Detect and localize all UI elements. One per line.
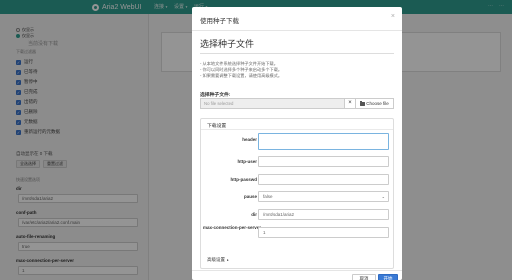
section-title: 选择种子文件 bbox=[200, 39, 255, 49]
modal-title: 使用种子下载 bbox=[200, 18, 239, 25]
file-path-field[interactable]: No file selected bbox=[200, 98, 345, 109]
caret-right-icon: ▸ bbox=[227, 258, 229, 262]
help-text: - 从本地文件系统选择种子文件开始下载。 - 你可以同时选择多个种子来启动多个下… bbox=[200, 61, 282, 79]
chevron-down-icon: ⌄ bbox=[381, 194, 385, 199]
max-connection-input[interactable]: 1 bbox=[258, 227, 389, 238]
dir-input[interactable]: /mnt/sda1/aria2 bbox=[258, 209, 389, 220]
setting-label: http-passwd bbox=[230, 177, 258, 182]
help-line: - 如果需要调整下载设置，请使用高级模式。 bbox=[200, 73, 283, 78]
torrent-download-modal: 使用种子下载 × 选择种子文件 - 从本地文件系统选择种子文件开始下载。 - 你… bbox=[192, 7, 402, 280]
clear-file-button[interactable]: × bbox=[345, 98, 356, 109]
setting-label: dir bbox=[251, 212, 257, 217]
file-label: 选择种子文件: bbox=[200, 93, 231, 98]
pause-select[interactable]: false ⌄ bbox=[258, 191, 389, 202]
modal-header: 使用种子下载 × bbox=[192, 7, 402, 31]
choose-file-button[interactable]: Choose file bbox=[356, 98, 394, 109]
http-user-input[interactable] bbox=[258, 156, 389, 167]
advanced-settings-toggle[interactable]: 高级设置 ▸ bbox=[207, 257, 229, 263]
file-picker: No file selected × Choose file bbox=[200, 98, 394, 109]
setting-label: header bbox=[242, 137, 257, 142]
header-textarea[interactable] bbox=[258, 133, 389, 150]
settings-heading: 下载设置 bbox=[201, 119, 393, 130]
modal-footer: 取消 开始 bbox=[192, 270, 402, 280]
close-icon[interactable]: × bbox=[391, 13, 395, 20]
divider bbox=[200, 53, 394, 54]
setting-label: max-connection-per-server bbox=[202, 225, 261, 230]
setting-label: pause bbox=[243, 194, 257, 199]
folder-icon bbox=[360, 100, 366, 106]
setting-label: http-user bbox=[237, 159, 258, 164]
download-settings-panel: 下载设置 header http-user http-passwd pause … bbox=[200, 118, 394, 269]
http-passwd-input[interactable] bbox=[258, 174, 389, 185]
start-button[interactable]: 开始 bbox=[378, 274, 398, 280]
cancel-button[interactable]: 取消 bbox=[352, 274, 376, 280]
